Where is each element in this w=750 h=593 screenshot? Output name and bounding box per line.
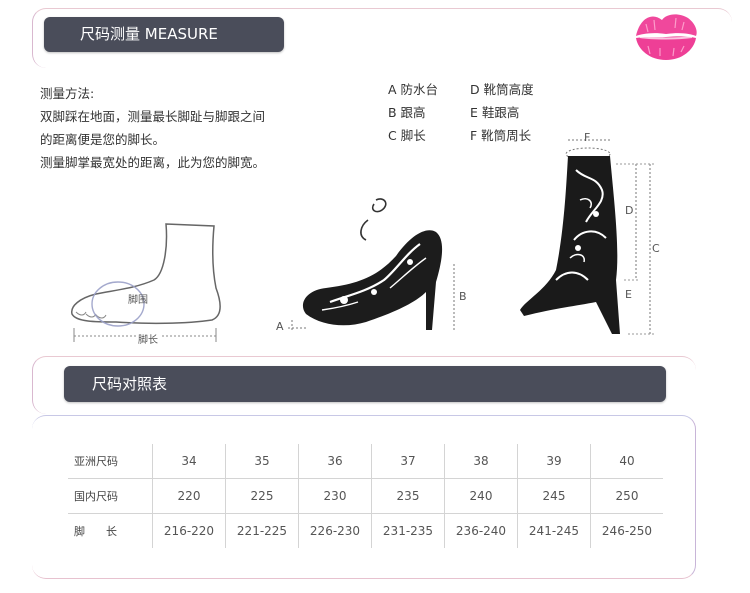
method-line: 的距离便是您的脚长。	[40, 132, 166, 147]
boot-illustration	[520, 139, 654, 335]
pump-a-label: A	[276, 320, 284, 333]
table-cell: 231-235	[371, 513, 445, 548]
table-cell: 225	[225, 478, 299, 514]
boot-c-label: C	[652, 242, 660, 255]
legend-left: A 防水台 B 跟高 C 脚长	[388, 78, 438, 147]
size-chart-title: 尺码对照表	[64, 366, 666, 402]
legend-item-b: B 跟高	[388, 105, 426, 120]
pump-illustration	[288, 198, 455, 332]
table-cell: 226-230	[298, 513, 372, 548]
table-cell: 240	[444, 478, 518, 514]
measure-method: 测量方法: 双脚踩在地面，测量最长脚趾与脚跟之间 的距离便是您的脚长。 测量脚掌…	[40, 82, 265, 174]
foot-length-label: 脚长	[136, 331, 160, 346]
page-title: 尺码测量 MEASURE	[44, 17, 284, 52]
table-cell: 250	[590, 478, 663, 514]
table-cell: 241-245	[517, 513, 591, 548]
row-label: 亚洲尺码	[68, 444, 153, 479]
table-cell: 221-225	[225, 513, 299, 548]
table-cell: 36	[298, 444, 372, 479]
table-cell: 38	[444, 444, 518, 479]
table-row: 脚 长 216-220 221-225 226-230 231-235 236-…	[68, 513, 663, 548]
table-cell: 37	[371, 444, 445, 479]
table-cell: 235	[371, 478, 445, 514]
table-row: 亚洲尺码 34 35 36 37 38 39 40	[68, 444, 663, 479]
method-line: 测量脚掌最宽处的距离，此为您的脚宽。	[40, 155, 266, 170]
table-row: 国内尺码 220 225 230 235 240 245 250	[68, 478, 663, 514]
row-label: 国内尺码	[68, 478, 153, 514]
table-cell: 230	[298, 478, 372, 514]
table-cell: 236-240	[444, 513, 518, 548]
table-cell: 39	[517, 444, 591, 479]
table-cell: 245	[517, 478, 591, 514]
foot-illustration	[71, 223, 221, 342]
boot-e-label: E	[625, 288, 632, 301]
size-chart-table: 亚洲尺码 34 35 36 37 38 39 40 国内尺码 220 225 2…	[68, 444, 663, 548]
method-line: 双脚踩在地面，测量最长脚趾与脚跟之间	[40, 109, 266, 124]
table-cell: 220	[152, 478, 226, 514]
table-cell: 246-250	[590, 513, 663, 548]
row-label: 脚 长	[74, 525, 117, 538]
method-heading: 测量方法:	[40, 86, 95, 101]
legend-item-e: E 鞋跟高	[470, 105, 520, 120]
lips-icon	[636, 14, 697, 60]
boot-d-label: D	[625, 204, 634, 217]
legend-item-a: A 防水台	[388, 82, 439, 97]
boot-f-label: F	[584, 131, 591, 144]
legend-item-d: D 靴筒高度	[470, 82, 534, 97]
table-cell: 216-220	[152, 513, 226, 548]
pump-b-label: B	[459, 290, 467, 303]
table-cell: 40	[590, 444, 663, 479]
table-cell: 34	[152, 444, 226, 479]
foot-girth-label: 脚围	[128, 295, 148, 306]
legend-item-c: C 脚长	[388, 128, 426, 143]
table-cell: 35	[225, 444, 299, 479]
